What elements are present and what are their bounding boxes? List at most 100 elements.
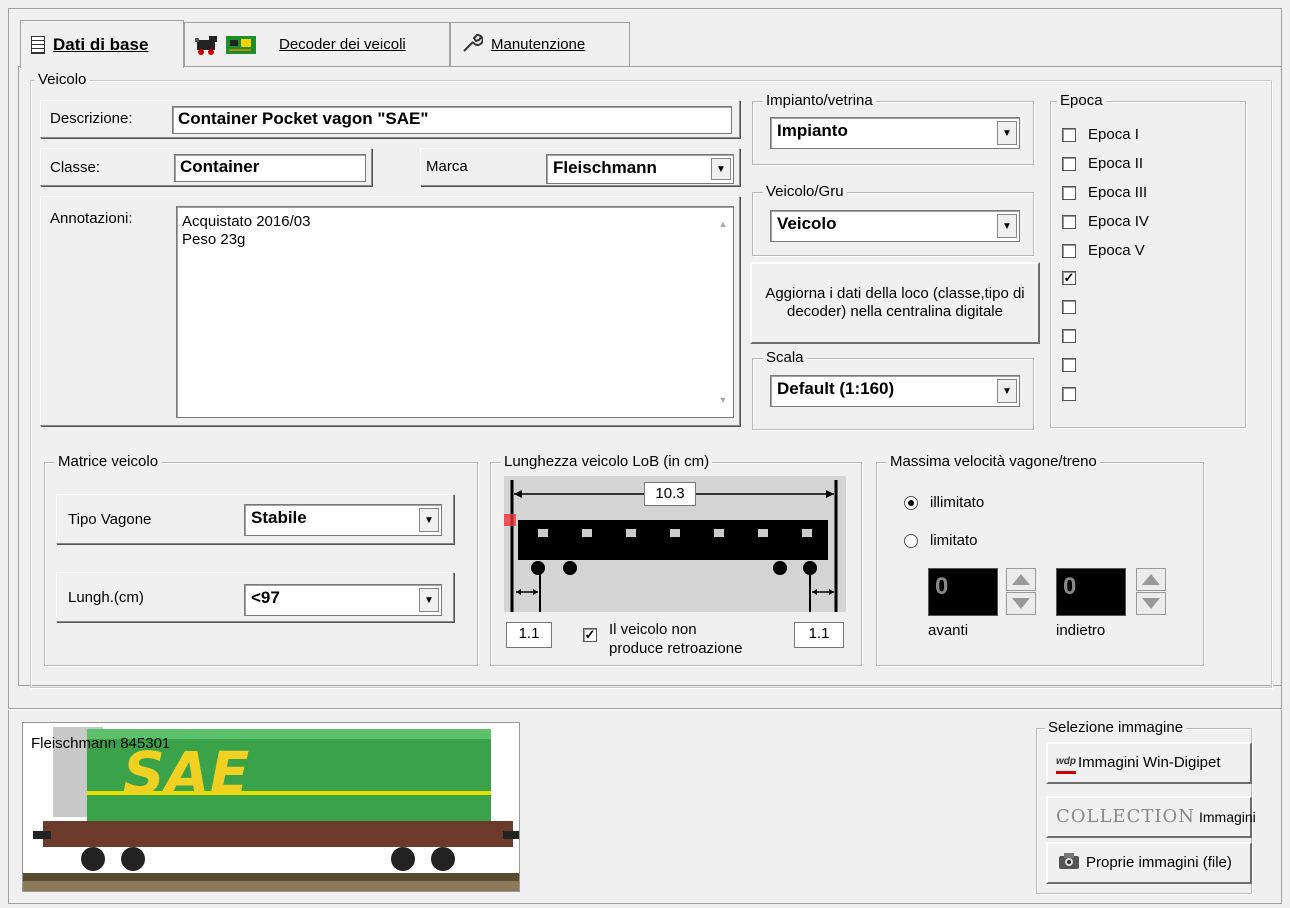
image-selection-label: Selezione immagine xyxy=(1045,719,1187,737)
chevron-down-icon[interactable]: ▼ xyxy=(997,379,1017,403)
epoch-label-text: Epoca IV xyxy=(1088,213,1149,230)
epoch-item[interactable] xyxy=(1062,329,1076,343)
limited-label: limitato xyxy=(930,532,978,549)
tab-basic-data[interactable]: Dati di base xyxy=(20,20,184,68)
class-input[interactable]: Container xyxy=(174,154,366,182)
camera-icon xyxy=(1058,852,1080,875)
epoch-item[interactable]: Epoca V xyxy=(1062,242,1145,259)
vehicle-matrix-label: Matrice veicolo xyxy=(55,453,162,471)
arrow-down-icon xyxy=(1012,598,1030,609)
epoch-checkbox[interactable] xyxy=(1062,329,1076,343)
notes-label: Annotazioni: xyxy=(50,210,133,227)
limited-radio[interactable] xyxy=(904,534,918,548)
forward-speed-input[interactable]: 0 xyxy=(928,568,998,616)
brand-select[interactable]: Fleischmann ▼ xyxy=(546,154,734,184)
scale-select[interactable]: Default (1:160) ▼ xyxy=(770,375,1020,407)
vehicle-crane-value: Veicolo xyxy=(777,214,837,233)
notes-line-1: Acquistato 2016/03 xyxy=(182,213,311,230)
epoch-item[interactable] xyxy=(1062,358,1076,372)
epoch-label-text: Epoca V xyxy=(1088,242,1145,259)
document-icon xyxy=(31,35,45,54)
epoch-label-text: Epoca III xyxy=(1088,184,1148,201)
update-decoder-button[interactable]: Aggiorna i dati della loco (classe,tipo … xyxy=(750,262,1040,344)
windigipet-images-label: Immagini Win-Digipet xyxy=(1078,754,1221,771)
no-feedback-label-1: Il veicolo non xyxy=(609,621,697,638)
separator xyxy=(8,708,1282,710)
epoch-checkbox[interactable]: ✓ xyxy=(1062,271,1076,285)
windigipet-images-button[interactable]: wdp Immagini Win-Digipet xyxy=(1046,742,1252,784)
vehicle-image[interactable]: SAE Fleischmann 845301 xyxy=(22,722,520,892)
vehicle-crane-select[interactable]: Veicolo ▼ xyxy=(770,210,1020,242)
forward-label: avanti xyxy=(928,622,969,639)
layout-showcase-label: Impianto/vetrina xyxy=(763,92,876,110)
epoch-item[interactable]: Epoca III xyxy=(1062,184,1147,201)
vehicle-crane-label: Veicolo/Gru xyxy=(763,183,847,201)
epoch-checkbox[interactable] xyxy=(1062,387,1076,401)
check-icon: ✓ xyxy=(1063,270,1075,285)
backward-speed-down-button[interactable] xyxy=(1136,592,1166,615)
chevron-down-icon[interactable]: ▼ xyxy=(419,588,439,612)
max-speed-label: Massima velocità vagone/treno xyxy=(887,453,1100,471)
total-length-value[interactable]: 10.3 xyxy=(644,482,696,506)
backward-speed-up-button[interactable] xyxy=(1136,568,1166,591)
notes-scrollbar[interactable]: ▲ ▼ xyxy=(715,215,731,409)
epoch-checkbox[interactable] xyxy=(1062,214,1076,229)
no-feedback-checkbox[interactable]: ✓ xyxy=(583,628,597,642)
backward-label: indietro xyxy=(1056,622,1106,639)
notes-textarea[interactable]: Acquistato 2016/03 Peso 23g ▲ ▼ xyxy=(176,206,734,418)
length-class-select[interactable]: <97 ▼ xyxy=(244,584,442,616)
epoch-checkbox[interactable] xyxy=(1062,300,1076,314)
tab-decoder[interactable]: Decoder dei veicoli xyxy=(184,22,450,66)
vehicle-group-title: Veicolo xyxy=(35,71,90,89)
wagon-type-select[interactable]: Stabile ▼ xyxy=(244,504,442,536)
epoch-checkbox[interactable] xyxy=(1062,185,1076,200)
collection-images-label: Immagini xyxy=(1198,809,1256,825)
scale-label: Scala xyxy=(763,349,807,367)
unlimited-radio[interactable] xyxy=(904,496,918,510)
collection-images-button[interactable]: COLLECTION Immagini xyxy=(1046,796,1256,838)
chevron-down-icon[interactable]: ▼ xyxy=(997,121,1017,145)
epoch-checkbox[interactable] xyxy=(1062,243,1076,258)
chevron-down-icon[interactable]: ▼ xyxy=(997,214,1017,238)
notes-line-2: Peso 23g xyxy=(182,231,246,248)
epoch-item[interactable]: ✓ xyxy=(1062,271,1076,285)
epoch-checkbox[interactable] xyxy=(1062,358,1076,372)
tab-maintenance[interactable]: Manutenzione xyxy=(450,22,630,66)
vehicle-length-label: Lunghezza veicolo LoB (in cm) xyxy=(501,453,713,471)
layout-showcase-select[interactable]: Impianto ▼ xyxy=(770,117,1020,149)
image-caption: Fleischmann 845301 xyxy=(31,735,171,752)
scroll-down-icon[interactable]: ▼ xyxy=(719,391,728,409)
description-input[interactable]: Container Pocket vagon "SAE" xyxy=(172,106,732,134)
epoch-item[interactable]: Epoca II xyxy=(1062,155,1143,172)
wrench-icon xyxy=(461,32,484,58)
brand-label: Marca xyxy=(426,158,468,175)
forward-speed-up-button[interactable] xyxy=(1006,568,1036,591)
backward-speed-input[interactable]: 0 xyxy=(1056,568,1126,616)
epoch-label-text: Epoca II xyxy=(1088,155,1144,172)
locomotive-decoder-icon xyxy=(195,34,257,56)
epoch-item[interactable] xyxy=(1062,387,1076,401)
epoch-item[interactable]: Epoca IV xyxy=(1062,213,1149,230)
scale-value: Default (1:160) xyxy=(777,379,895,398)
class-label: Classe: xyxy=(50,159,101,176)
own-images-button[interactable]: Proprie immagini (file) xyxy=(1046,842,1252,884)
arrow-up-icon xyxy=(1142,574,1160,585)
tab-basic-data-label: Dati di base xyxy=(53,34,149,54)
epoch-checkbox[interactable] xyxy=(1062,156,1076,171)
vehicle-matrix-group: Matrice veicolo xyxy=(44,453,478,666)
length-class-label: Lungh.(cm) xyxy=(68,589,144,606)
epoch-item[interactable]: Epoca I xyxy=(1062,126,1139,143)
chevron-down-icon[interactable]: ▼ xyxy=(419,508,439,532)
chevron-down-icon[interactable]: ▼ xyxy=(711,158,731,180)
right-buffer-value[interactable]: 1.1 xyxy=(794,622,844,648)
wagon-type-label: Tipo Vagone xyxy=(68,511,152,528)
left-buffer-value[interactable]: 1.1 xyxy=(506,622,552,648)
epoch-checkbox[interactable] xyxy=(1062,127,1076,142)
no-feedback-label-2: produce retroazione xyxy=(609,640,743,657)
scroll-up-icon[interactable]: ▲ xyxy=(719,215,728,233)
wagon-type-value: Stabile xyxy=(251,508,307,527)
epoch-label: Epoca xyxy=(1057,92,1106,110)
description-label: Descrizione: xyxy=(50,110,133,127)
epoch-item[interactable] xyxy=(1062,300,1076,314)
forward-speed-down-button[interactable] xyxy=(1006,592,1036,615)
